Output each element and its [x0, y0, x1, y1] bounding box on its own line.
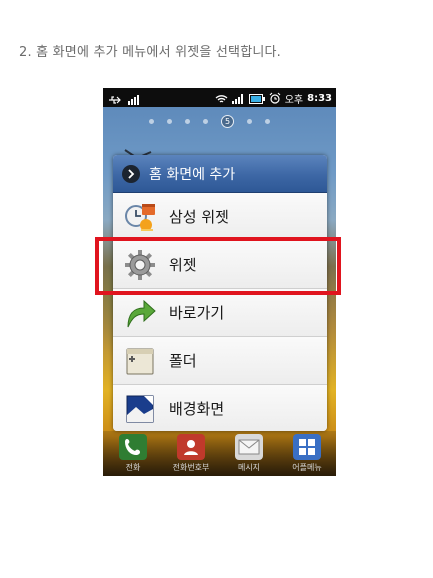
page-dot	[167, 119, 172, 124]
page-dot	[203, 119, 208, 124]
page-dot	[185, 119, 190, 124]
highlight-box	[95, 237, 341, 295]
signal-small-icon	[127, 90, 139, 109]
folder-icon	[123, 344, 157, 378]
menu-item-folder[interactable]: 폴더	[113, 337, 327, 385]
wifi-icon	[215, 89, 228, 108]
page-dot	[265, 119, 270, 124]
message-envelope-icon	[235, 434, 263, 460]
menu-item-label: 바로가기	[169, 304, 225, 322]
ampm-label: 오후	[284, 95, 304, 106]
app-grid-icon	[293, 434, 321, 460]
dock-item-contacts[interactable]: 전화번호부	[163, 434, 219, 473]
menu-item-samsung-widget[interactable]: 삼성 위젯	[113, 193, 327, 241]
dock-item-app-menu[interactable]: 어플메뉴	[279, 434, 335, 473]
chevron-right-icon	[122, 164, 140, 183]
page-dot	[149, 119, 154, 124]
page-indicator: 5	[149, 115, 270, 128]
dock-label: 어플메뉴	[292, 463, 322, 472]
dock-item-messages[interactable]: 메시지	[221, 434, 277, 473]
dock-label: 전화번호부	[172, 463, 210, 472]
usb-icon	[108, 90, 122, 109]
menu-item-wallpaper[interactable]: 배경화면	[113, 385, 327, 431]
menu-item-label: 폴더	[169, 352, 197, 370]
home-dock: 전화 전화번호부 메시지 어플메뉴	[103, 431, 336, 476]
shortcut-arrow-icon	[123, 296, 157, 330]
wallpaper-icon	[123, 392, 157, 426]
current-page-dot: 5	[221, 115, 234, 128]
dialog-header: 홈 화면에 추가	[113, 155, 327, 193]
clock-time: 8:33	[307, 93, 332, 104]
dock-item-phone[interactable]: 전화	[105, 434, 161, 473]
samsung-widget-icon	[123, 200, 157, 234]
signal-icon	[231, 89, 245, 108]
phone-icon	[119, 434, 147, 460]
menu-item-shortcut[interactable]: 바로가기	[113, 289, 327, 337]
dock-label: 전화	[125, 463, 141, 472]
status-bar: 오후 8:33	[103, 88, 336, 107]
battery-icon	[248, 89, 265, 108]
dock-label: 메시지	[237, 463, 261, 472]
menu-item-label: 삼성 위젯	[169, 208, 229, 226]
instruction-text: 2. 홈 화면에 추가 메뉴에서 위젯을 선택합니다.	[19, 45, 282, 60]
contacts-icon	[177, 434, 205, 460]
alarm-icon	[269, 89, 281, 108]
menu-item-label: 배경화면	[169, 400, 225, 418]
dialog-title: 홈 화면에 추가	[149, 166, 236, 183]
page-dot	[247, 119, 252, 124]
